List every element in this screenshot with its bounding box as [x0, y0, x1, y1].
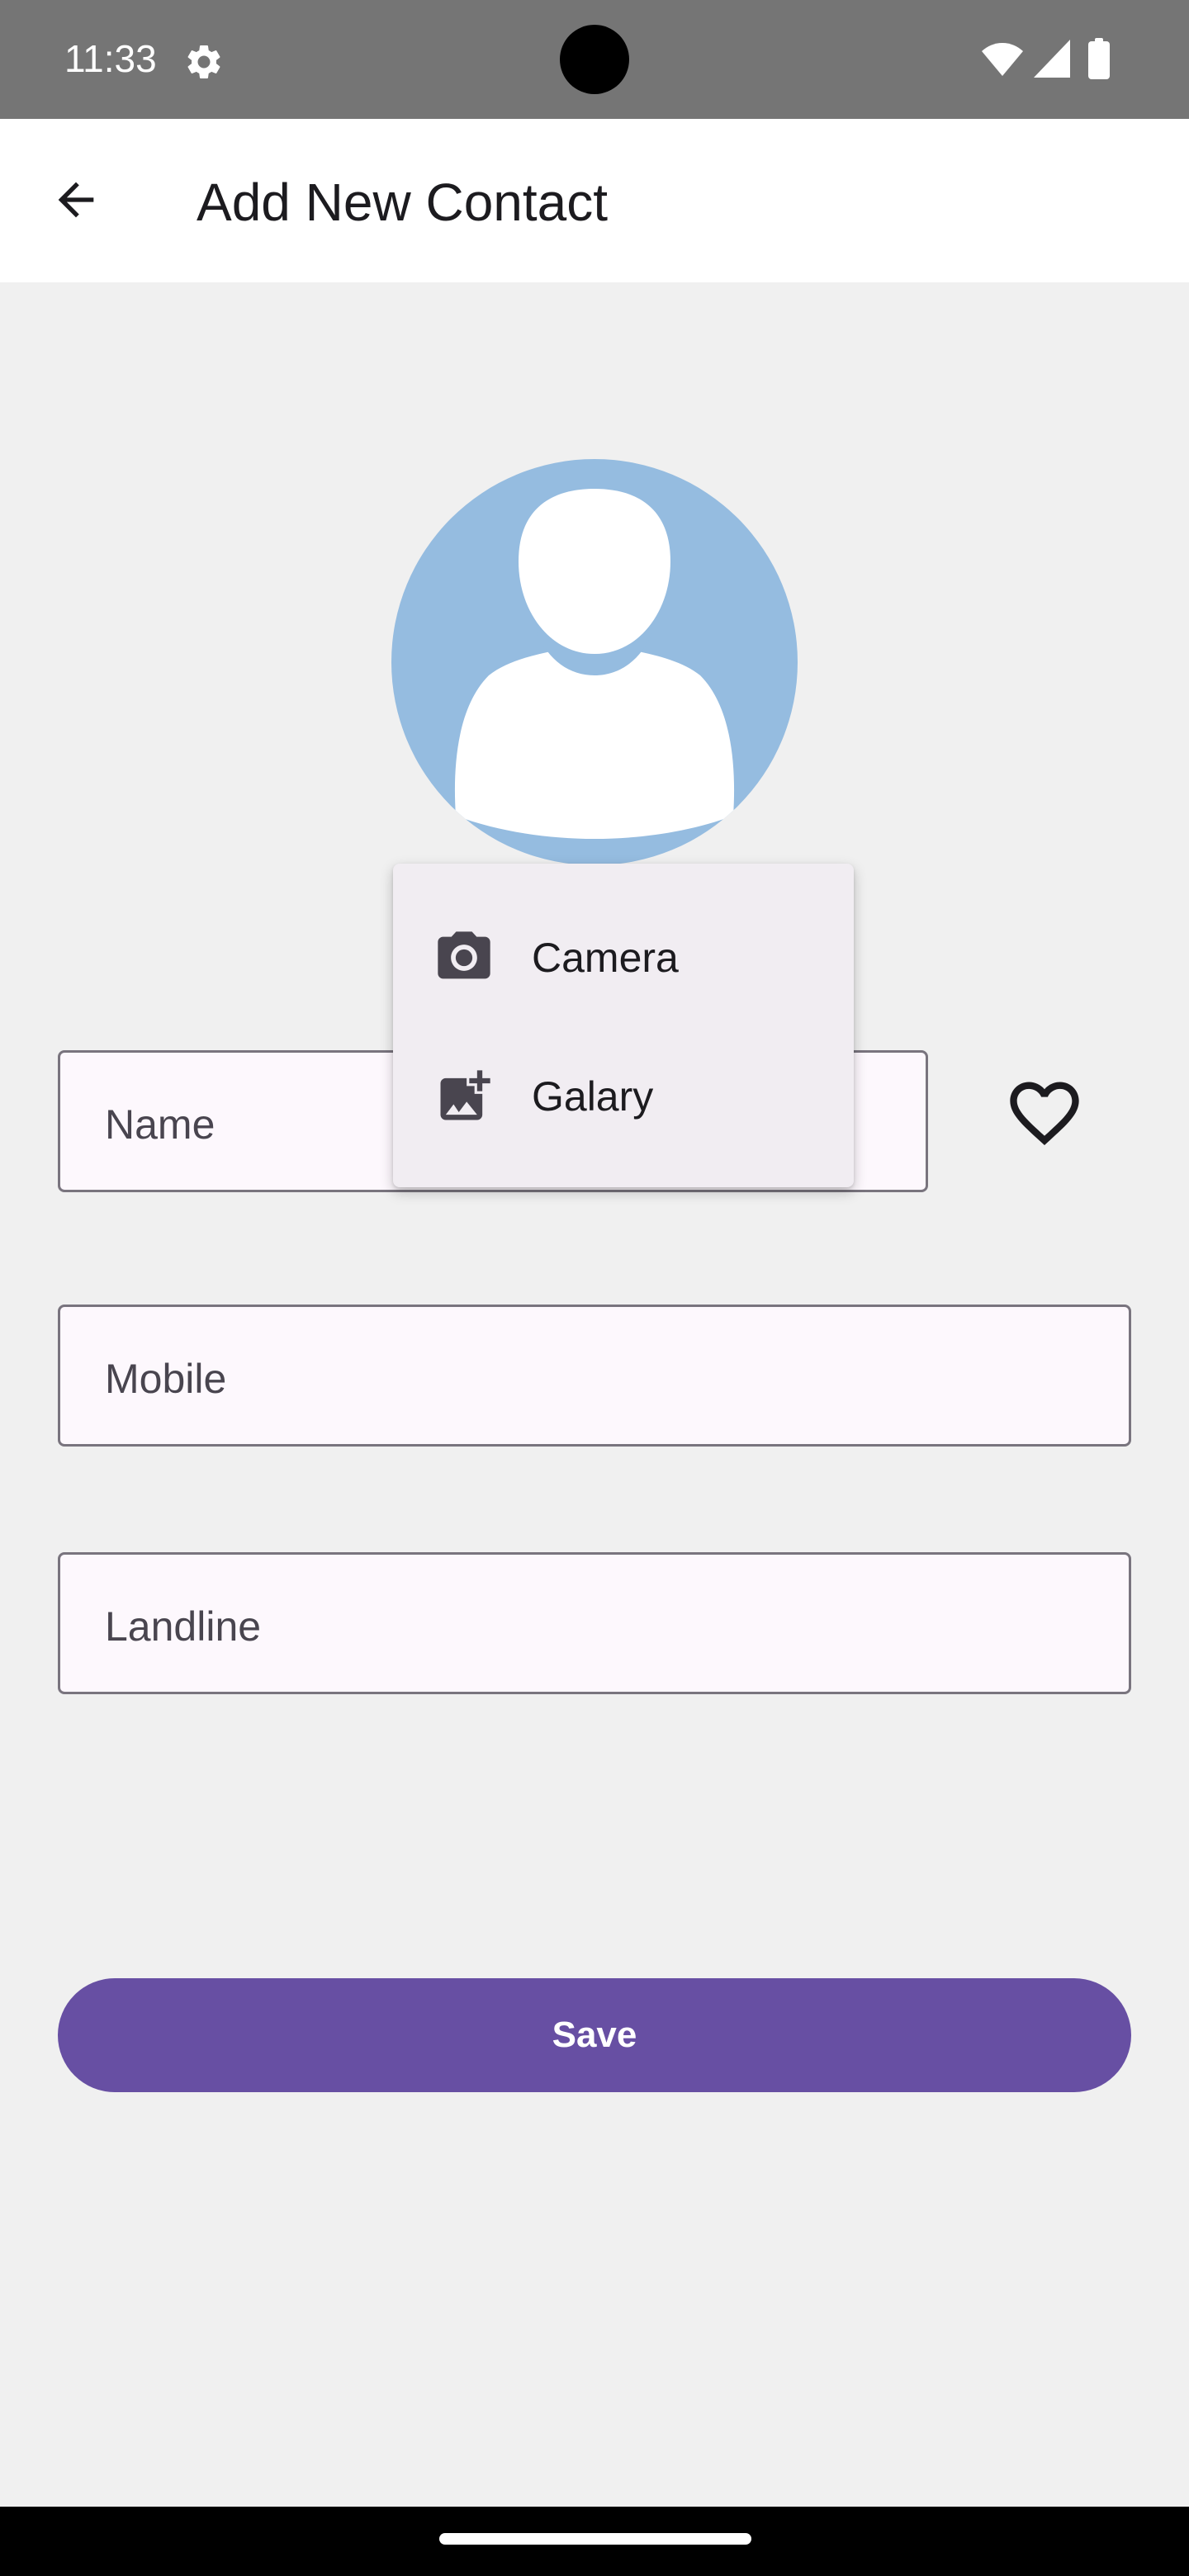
- name-field-label: Name: [105, 1101, 216, 1148]
- landline-field-label: Landline: [105, 1603, 262, 1650]
- person-placeholder-icon: [454, 489, 735, 839]
- mobile-field-label: Mobile: [105, 1356, 227, 1402]
- page-title: Add New Contact: [197, 173, 609, 232]
- heart-outline-icon: [1010, 1082, 1079, 1145]
- back-button[interactable]: [36, 160, 116, 239]
- home-indicator[interactable]: [439, 2533, 751, 2545]
- camera-icon: [438, 931, 490, 979]
- gear-icon: [187, 45, 220, 78]
- photo-source-menu: Camera Galary: [393, 864, 854, 1187]
- status-time: 11:33: [64, 37, 157, 80]
- top-app-bar: Add New Contact: [0, 119, 1189, 282]
- contact-photo-avatar[interactable]: [391, 459, 798, 865]
- add-photo-icon: [440, 1070, 490, 1120]
- menu-item-camera-label: Camera: [532, 935, 679, 981]
- wifi-icon: [982, 43, 1023, 76]
- navigation-bar: [0, 2507, 1189, 2576]
- battery-icon: [1088, 38, 1110, 79]
- menu-item-galary[interactable]: Galary: [393, 1027, 854, 1166]
- menu-item-camera[interactable]: Camera: [393, 888, 854, 1027]
- landline-field[interactable]: Landline: [58, 1552, 1131, 1694]
- arrow-back-icon: [58, 182, 94, 218]
- status-bar: 11:33: [0, 0, 1189, 119]
- save-button[interactable]: Save: [58, 1978, 1131, 2092]
- favorite-button[interactable]: [999, 1072, 1090, 1154]
- menu-item-galary-label: Galary: [532, 1073, 654, 1120]
- front-camera-cutout: [560, 25, 629, 94]
- mobile-field[interactable]: Mobile: [58, 1305, 1131, 1447]
- signal-icon: [1034, 40, 1070, 78]
